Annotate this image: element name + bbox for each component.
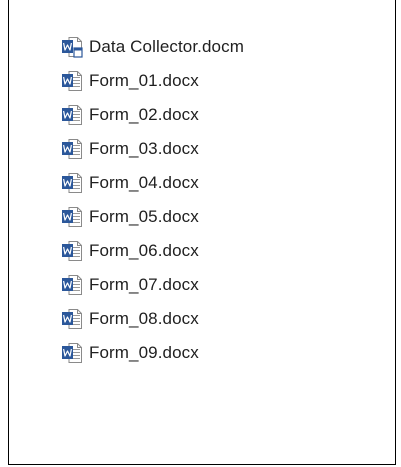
file-item-form-09[interactable]: Form_09.docx (61, 336, 244, 370)
file-name: Form_04.docx (89, 173, 199, 192)
word-document-icon (61, 103, 83, 127)
file-name: Form_05.docx (89, 207, 199, 226)
word-document-icon (61, 205, 83, 229)
file-list-pane: Data Collector.docm Form_01.docx Form_02… (8, 0, 396, 465)
file-name: Form_09.docx (89, 343, 199, 362)
file-item-form-02[interactable]: Form_02.docx (61, 98, 244, 132)
word-document-icon (61, 341, 83, 365)
file-item-form-08[interactable]: Form_08.docx (61, 302, 244, 336)
file-item-form-04[interactable]: Form_04.docx (61, 166, 244, 200)
file-item-form-06[interactable]: Form_06.docx (61, 234, 244, 268)
file-name: Form_08.docx (89, 309, 199, 328)
word-document-icon (61, 69, 83, 93)
word-document-icon (61, 137, 83, 161)
word-macro-document-icon (61, 35, 83, 59)
file-item-form-03[interactable]: Form_03.docx (61, 132, 244, 166)
file-item-data-collector[interactable]: Data Collector.docm (61, 30, 244, 64)
file-item-form-05[interactable]: Form_05.docx (61, 200, 244, 234)
word-document-icon (61, 239, 83, 263)
file-list: Data Collector.docm Form_01.docx Form_02… (61, 30, 244, 370)
file-name: Form_02.docx (89, 105, 199, 124)
file-name: Form_03.docx (89, 139, 199, 158)
file-name: Form_07.docx (89, 275, 199, 294)
word-document-icon (61, 171, 83, 195)
file-name: Form_06.docx (89, 241, 199, 260)
file-name: Data Collector.docm (89, 37, 244, 56)
word-document-icon (61, 307, 83, 331)
file-item-form-01[interactable]: Form_01.docx (61, 64, 244, 98)
file-name: Form_01.docx (89, 71, 199, 90)
file-item-form-07[interactable]: Form_07.docx (61, 268, 244, 302)
word-document-icon (61, 273, 83, 297)
